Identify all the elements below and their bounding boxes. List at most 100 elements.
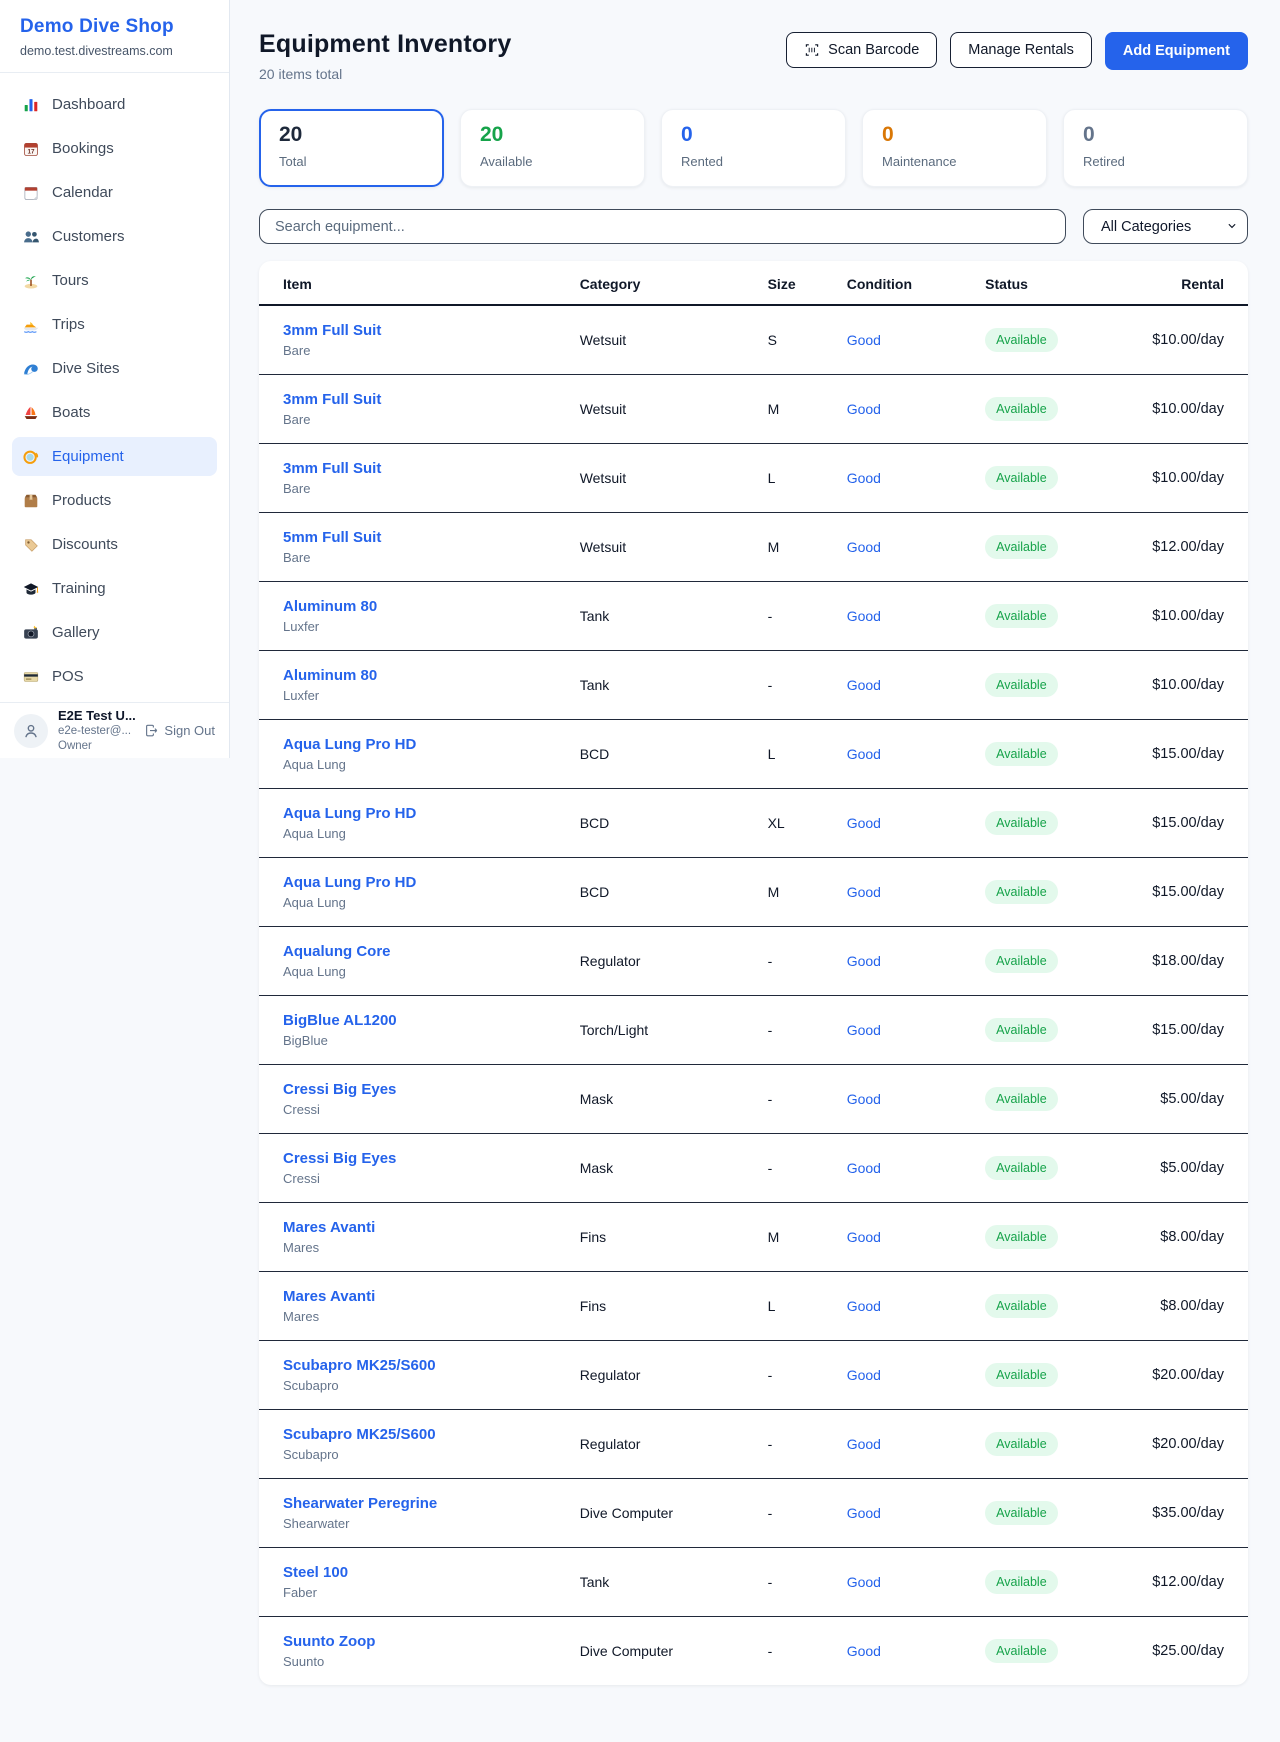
item-name-link[interactable]: Aqualung Core — [283, 943, 532, 960]
sidebar-item-gallery[interactable]: Gallery — [12, 613, 217, 652]
status-badge: Available — [985, 604, 1058, 628]
table-row: BigBlue AL1200 BigBlue Torch/Light - Goo… — [259, 995, 1248, 1064]
add-equipment-button[interactable]: Add Equipment — [1105, 32, 1248, 70]
column-header-item: Item — [259, 261, 556, 305]
item-name-link[interactable]: Mares Avanti — [283, 1219, 532, 1236]
sidebar-item-trips[interactable]: Trips — [12, 305, 217, 344]
item-rental-rate: $15.00/day — [1110, 788, 1249, 857]
item-name-link[interactable]: Scubapro MK25/S600 — [283, 1357, 532, 1374]
table-row: Shearwater Peregrine Shearwater Dive Com… — [259, 1478, 1248, 1547]
sidebar-item-dive-sites[interactable]: Dive Sites — [12, 349, 217, 388]
sidebar-item-bookings[interactable]: 17 Bookings — [12, 129, 217, 168]
wave-icon — [22, 360, 40, 378]
condition-link[interactable]: Good — [847, 539, 881, 555]
item-name-link[interactable]: Aqua Lung Pro HD — [283, 805, 532, 822]
condition-link[interactable]: Good — [847, 1229, 881, 1245]
manage-rentals-button[interactable]: Manage Rentals — [950, 32, 1092, 68]
item-name-link[interactable]: Aluminum 80 — [283, 667, 532, 684]
stat-card-total[interactable]: 20 Total — [259, 109, 444, 187]
condition-link[interactable]: Good — [847, 608, 881, 624]
item-size: - — [744, 1616, 823, 1685]
condition-link[interactable]: Good — [847, 401, 881, 417]
condition-link[interactable]: Good — [847, 1091, 881, 1107]
item-name-link[interactable]: Cressi Big Eyes — [283, 1150, 532, 1167]
item-rental-rate: $35.00/day — [1110, 1478, 1249, 1547]
item-name-link[interactable]: Shearwater Peregrine — [283, 1495, 532, 1512]
item-name-link[interactable]: Aluminum 80 — [283, 598, 532, 615]
item-name-link[interactable]: BigBlue AL1200 — [283, 1012, 532, 1029]
sidebar-item-label: Training — [52, 580, 106, 597]
item-name-link[interactable]: Suunto Zoop — [283, 1633, 532, 1650]
item-name-link[interactable]: Aqua Lung Pro HD — [283, 874, 532, 891]
search-input[interactable] — [259, 209, 1066, 244]
scan-barcode-label: Scan Barcode — [828, 42, 919, 58]
stat-card-maintenance[interactable]: 0 Maintenance — [862, 109, 1047, 187]
avatar — [14, 714, 48, 748]
item-name-link[interactable]: Aqua Lung Pro HD — [283, 736, 532, 753]
sidebar-item-products[interactable]: Products — [12, 481, 217, 520]
condition-link[interactable]: Good — [847, 1367, 881, 1383]
condition-link[interactable]: Good — [847, 1298, 881, 1314]
condition-link[interactable]: Good — [847, 1436, 881, 1452]
item-name-link[interactable]: Scubapro MK25/S600 — [283, 1426, 532, 1443]
condition-link[interactable]: Good — [847, 1160, 881, 1176]
sidebar-item-label: Gallery — [52, 624, 100, 641]
status-badge: Available — [985, 328, 1058, 352]
sidebar-item-boats[interactable]: Boats — [12, 393, 217, 432]
table-row: Aqualung Core Aqua Lung Regulator - Good… — [259, 926, 1248, 995]
condition-link[interactable]: Good — [847, 815, 881, 831]
sidebar-item-training[interactable]: Training — [12, 569, 217, 608]
item-brand: Luxfer — [283, 619, 532, 634]
condition-link[interactable]: Good — [847, 470, 881, 486]
table-row: Aqua Lung Pro HD Aqua Lung BCD L Good Av… — [259, 719, 1248, 788]
condition-link[interactable]: Good — [847, 1574, 881, 1590]
item-rental-rate: $10.00/day — [1110, 581, 1249, 650]
sidebar-item-discounts[interactable]: Discounts — [12, 525, 217, 564]
stat-card-rented[interactable]: 0 Rented — [661, 109, 846, 187]
item-category: Tank — [556, 581, 744, 650]
condition-link[interactable]: Good — [847, 1643, 881, 1659]
item-name-link[interactable]: Cressi Big Eyes — [283, 1081, 532, 1098]
condition-link[interactable]: Good — [847, 677, 881, 693]
sidebar-item-calendar[interactable]: Calendar — [12, 173, 217, 212]
item-rental-rate: $10.00/day — [1110, 443, 1249, 512]
item-name-link[interactable]: 3mm Full Suit — [283, 322, 532, 339]
item-size: - — [744, 1133, 823, 1202]
status-badge: Available — [985, 1501, 1058, 1525]
condition-link[interactable]: Good — [847, 746, 881, 762]
sign-out-button[interactable]: Sign Out — [144, 723, 215, 738]
item-name-link[interactable]: 3mm Full Suit — [283, 391, 532, 408]
table-row: Mares Avanti Mares Fins L Good Available… — [259, 1271, 1248, 1340]
sidebar-item-label: Discounts — [52, 536, 118, 553]
item-category: Dive Computer — [556, 1616, 744, 1685]
item-name-link[interactable]: Steel 100 — [283, 1564, 532, 1581]
condition-link[interactable]: Good — [847, 332, 881, 348]
stat-rented-value: 0 — [681, 123, 826, 147]
table-row: Aluminum 80 Luxfer Tank - Good Available… — [259, 650, 1248, 719]
item-name-link[interactable]: 5mm Full Suit — [283, 529, 532, 546]
status-badge: Available — [985, 1432, 1058, 1456]
item-name-link[interactable]: Mares Avanti — [283, 1288, 532, 1305]
customers-icon — [22, 228, 40, 246]
sidebar-item-customers[interactable]: Customers — [12, 217, 217, 256]
stat-available-value: 20 — [480, 123, 625, 147]
item-name-link[interactable]: 3mm Full Suit — [283, 460, 532, 477]
sidebar-item-dashboard[interactable]: Dashboard — [12, 85, 217, 124]
brand-name: Demo Dive Shop — [20, 16, 209, 38]
category-select[interactable]: All Categories — [1083, 209, 1248, 244]
brand-header: Demo Dive Shop demo.test.divestreams.com — [0, 0, 229, 73]
condition-link[interactable]: Good — [847, 1022, 881, 1038]
item-size: M — [744, 857, 823, 926]
sidebar-item-equipment[interactable]: Equipment — [12, 437, 217, 476]
scan-barcode-button[interactable]: Scan Barcode — [786, 32, 937, 68]
add-equipment-label: Add Equipment — [1123, 43, 1230, 59]
condition-link[interactable]: Good — [847, 1505, 881, 1521]
condition-link[interactable]: Good — [847, 884, 881, 900]
sidebar-item-pos[interactable]: POS — [12, 657, 217, 696]
sidebar-item-label: Dashboard — [52, 96, 125, 113]
stat-card-available[interactable]: 20 Available — [460, 109, 645, 187]
sidebar-item-tours[interactable]: Tours — [12, 261, 217, 300]
sailboat-icon — [22, 404, 40, 422]
stat-card-retired[interactable]: 0 Retired — [1063, 109, 1248, 187]
condition-link[interactable]: Good — [847, 953, 881, 969]
